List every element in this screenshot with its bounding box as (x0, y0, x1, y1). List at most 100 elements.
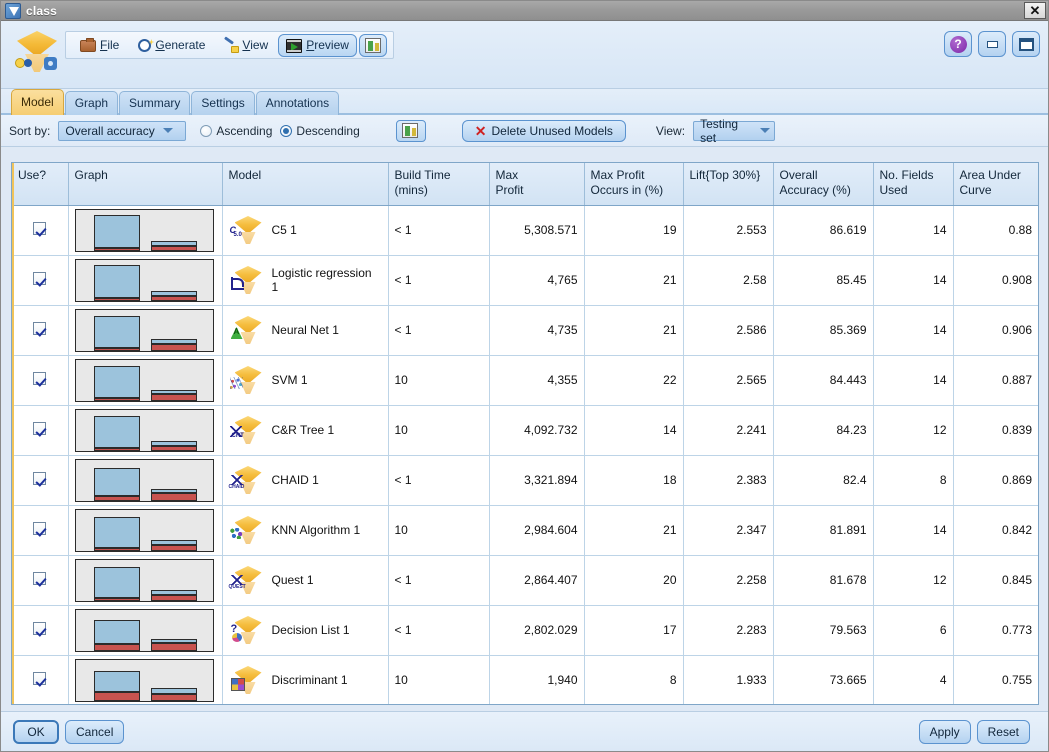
use-checkbox[interactable] (33, 222, 47, 235)
fields-used-cell: 8 (873, 455, 954, 506)
bar-right-red (150, 642, 197, 651)
column-header-8[interactable]: No. Fields Used (873, 163, 954, 206)
graph-cell (68, 655, 223, 704)
accuracy-mini-bar-chart (74, 558, 214, 602)
column-header-2[interactable]: Model (222, 163, 389, 206)
lift-cell: 2.258 (683, 555, 774, 606)
graph-cell (68, 505, 223, 556)
column-header-0[interactable]: Use? (12, 163, 69, 206)
fields-used-cell: 14 (873, 205, 954, 256)
max-profit-occurs-cell: 18 (584, 455, 684, 506)
quest-model-icon (229, 564, 263, 596)
column-header-3[interactable]: Build Time (mins) (388, 163, 490, 206)
fields-used-cell: 14 (873, 355, 954, 406)
tab-graph[interactable]: Graph (64, 91, 119, 115)
use-checkbox[interactable] (33, 322, 47, 335)
generate-table-button[interactable] (358, 33, 387, 57)
column-header-4[interactable]: Max Profit (489, 163, 585, 206)
use-cell (12, 505, 69, 556)
column-header-line: Occurs in (%) (590, 183, 664, 197)
max-profit-cell: 2,802.029 (489, 605, 585, 656)
table-row[interactable]: Decision List 1 < 12,802.029172.28379.563… (12, 605, 1038, 656)
model-name: Logistic regression 1 (271, 266, 372, 294)
table-row[interactable]: CHAID 1 < 13,321.894182.38382.480.869 (12, 455, 1038, 506)
model-name: Quest 1 (271, 573, 314, 587)
table-row[interactable]: C&R Tree 1 104,092.732142.24184.23120.839 (12, 405, 1038, 456)
column-header-line: Lift{Top 30%} (689, 168, 761, 182)
use-checkbox[interactable] (33, 572, 47, 585)
ok-button[interactable]: OK (13, 719, 59, 744)
minimize-button[interactable] (978, 31, 1006, 57)
generate-menu-button[interactable]: Generate (129, 34, 213, 56)
column-header-line: Build Time (394, 168, 451, 182)
max-profit-cell: 2,984.604 (489, 505, 585, 556)
use-checkbox[interactable] (33, 622, 47, 635)
bar-left-blue (93, 415, 140, 448)
generate-menu-label-rest: enerate (164, 38, 206, 52)
use-cell (12, 605, 69, 656)
table-chart-icon (364, 37, 381, 53)
use-checkbox[interactable] (33, 672, 47, 685)
table-row[interactable]: Discriminant 1 10 1,940 8 1.933 73.665 4 0.755 (12, 655, 1038, 704)
models-table-container[interactable]: Use? Graph Model Build Time (mins) Max Profit M… (11, 162, 1039, 705)
column-header-9[interactable]: Area Under Curve (953, 163, 1038, 206)
table-row[interactable]: KNN Algorithm 1 10 2,984.604 21 2.347 81.891 1… (12, 505, 1038, 556)
toolbar-band: File Generate View Preview ? (1, 21, 1048, 89)
file-menu-button[interactable]: File (72, 34, 127, 56)
reset-button[interactable]: Reset (976, 719, 1030, 744)
column-header-line: Curve (959, 183, 992, 197)
build-time-cell: < 1 (388, 605, 490, 656)
chart-options-button[interactable] (395, 119, 426, 142)
x-delete-icon: ✕ (474, 122, 487, 139)
table-row[interactable]: C5 1 < 15,308.571192.55386.619140.88 (12, 205, 1038, 256)
tab-summary[interactable]: Summary (119, 91, 191, 115)
bar-right-red (150, 343, 197, 351)
column-header-5[interactable]: Max Profit Occurs in (%) (584, 163, 684, 206)
max-profit-occurs-cell: 19 (584, 205, 684, 256)
view-menu-button[interactable]: View (215, 34, 276, 56)
overall-accuracy-cell: 85.369 (773, 305, 874, 356)
delete-unused-models-button[interactable]: ✕ Delete Unused Models (461, 119, 626, 142)
use-checkbox[interactable] (33, 422, 47, 435)
tab-model[interactable]: Model (11, 89, 64, 115)
help-icon: ? (949, 35, 967, 53)
bar-right-blue (150, 638, 197, 643)
preview-button[interactable]: Preview (278, 33, 357, 57)
ascending-radio[interactable]: Ascending (200, 124, 272, 138)
use-checkbox[interactable] (33, 372, 47, 385)
descending-radio[interactable]: Descending (280, 124, 360, 138)
use-checkbox[interactable] (33, 522, 47, 535)
accuracy-mini-bar-chart (74, 208, 214, 252)
use-checkbox[interactable] (33, 272, 47, 285)
models-table: Use? Graph Model Build Time (mins) Max Profit M… (12, 163, 1038, 704)
column-header-1[interactable]: Graph (68, 163, 223, 206)
tab-settings[interactable]: Settings (191, 91, 255, 115)
column-header-line: Accuracy (%) (779, 183, 851, 197)
column-header-6[interactable]: Lift{Top 30%} (683, 163, 774, 206)
column-header-line: Model (228, 168, 262, 182)
table-row[interactable]: Quest 1 < 12,864.407202.25881.678120.845 (12, 555, 1038, 606)
column-header-7[interactable]: Overall Accuracy (%) (773, 163, 874, 206)
lift-cell: 2.383 (683, 455, 774, 506)
delete-unused-models-label: Delete Unused Models (491, 123, 613, 138)
sort-by-select[interactable]: Overall accuracy (58, 120, 187, 141)
table-row[interactable]: Neural Net 1 < 14,735212.58685.369140.906 (12, 305, 1038, 356)
close-icon[interactable]: ✕ (1024, 2, 1046, 19)
use-checkbox[interactable] (33, 472, 47, 485)
tab-annotations[interactable]: Annotations (255, 91, 340, 115)
tab-bar: Model Graph Summary Settings Annotations (1, 89, 1048, 115)
table-row[interactable]: SVM 1 10 4,355 22 2.565 84.443 14 0.887 (12, 355, 1038, 406)
overall-accuracy-cell: 84.443 (773, 355, 874, 406)
cart-model-icon (229, 414, 263, 446)
cancel-button[interactable]: Cancel (65, 719, 125, 744)
table-row[interactable]: Logistic regression 1 < 1 4,765 21 2.58 85.45… (12, 255, 1038, 306)
overall-accuracy-cell: 81.891 (773, 505, 874, 556)
model-cell: CHAID 1 (222, 455, 389, 506)
overall-accuracy-cell: 73.665 (773, 655, 874, 704)
view-select[interactable]: Testing set (693, 117, 776, 145)
apply-button[interactable]: Apply (918, 719, 971, 744)
chevron-down-icon (162, 128, 173, 133)
bar-right-red (150, 544, 197, 551)
maximize-button[interactable] (1012, 31, 1040, 57)
help-button[interactable]: ? (944, 31, 972, 57)
